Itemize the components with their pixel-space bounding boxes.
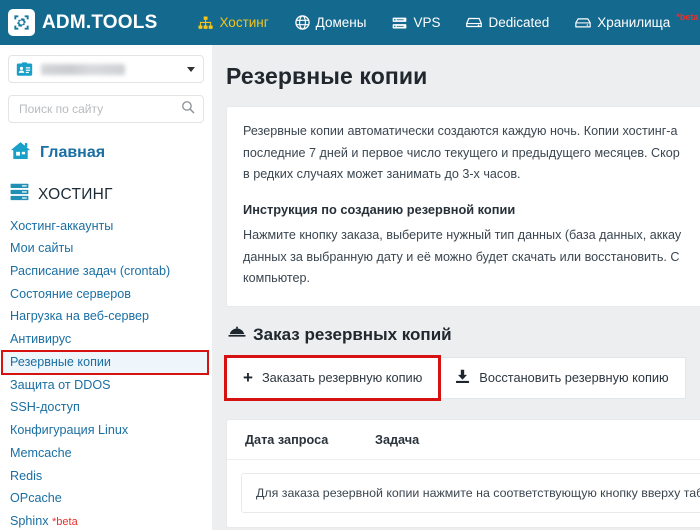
nav-label-domains: Домены	[315, 15, 367, 30]
sidebar-item-label: Резервные копии	[10, 354, 111, 369]
table-empty-state: Для заказа резервной копии нажмите на со…	[241, 472, 700, 513]
info-p2-line2: данных за выбранную дату и её можно буде…	[243, 249, 680, 264]
sidebar-item-home-label: Главная	[40, 144, 106, 161]
info-panel: Резервные копии автоматически создаются …	[226, 106, 700, 307]
storage-icon	[575, 17, 591, 29]
restore-backup-label: Восстановить резервную копию	[479, 370, 669, 386]
sidebar-item-label: Антивирус	[10, 332, 72, 347]
column-header-task: Задача	[375, 432, 420, 447]
restore-backup-button[interactable]: Восстановить резервную копию	[439, 356, 686, 399]
server-icon	[392, 16, 407, 30]
sidebar-item-label: SSH-доступ	[10, 400, 80, 415]
nav-label-dedicated: Dedicated	[488, 15, 550, 30]
order-backup-button[interactable]: + Заказать резервную копию	[223, 354, 442, 401]
sidebar-item-opcache[interactable]: OPcache	[8, 488, 204, 511]
account-selector[interactable]	[8, 55, 204, 83]
info-p1-line2: последние 7 дней и первое число текущего…	[243, 145, 680, 160]
column-header-request-date: Дата запроса	[245, 432, 329, 447]
info-p2-line1: Нажмите кнопку заказа, выберите нужный т…	[243, 227, 682, 242]
search-input[interactable]	[17, 101, 181, 117]
sidebar-item-redis[interactable]: Redis	[8, 465, 204, 488]
sidebar-item-label: Sphinx	[10, 514, 49, 529]
sidebar-item-my-sites[interactable]: Мои сайты	[8, 238, 204, 261]
download-icon	[455, 369, 470, 387]
backup-action-buttons: + Заказать резервную копию Восстановить …	[223, 354, 700, 401]
sidebar-item-sphinx[interactable]: Sphinx *beta	[8, 511, 204, 530]
sidebar-item-ssh-access[interactable]: SSH-доступ	[8, 397, 204, 420]
info-p1-line1: Резервные копии автоматически создаются …	[243, 124, 678, 138]
info-p2-line3: компьютер.	[243, 271, 310, 286]
nav-item-vps[interactable]: VPS	[379, 15, 453, 30]
sidebar-menu: Хостинг-аккаунты Мои сайты Расписание за…	[1, 215, 209, 530]
order-section-heading: Заказ резервных копий	[228, 325, 700, 345]
gear-logo-icon	[8, 9, 35, 36]
main-nav: Хостинг Домены VPS Dedicated Хранилища *…	[185, 11, 700, 30]
sidebar-item-memcache[interactable]: Memcache	[8, 442, 204, 465]
nav-label-vps: VPS	[413, 15, 441, 30]
server-stack-icon	[10, 183, 29, 206]
info-paragraph-2: Нажмите кнопку заказа, выберите нужный т…	[243, 225, 700, 290]
search-icon[interactable]	[181, 100, 195, 119]
sidebar-item-server-status[interactable]: Состояние серверов	[8, 283, 204, 306]
body-layout: Главная ХОСТИНГ Хостинг-аккаунты	[0, 45, 700, 530]
nav-label-hosting: Хостинг	[219, 15, 269, 30]
table-header-row: Дата запроса Задача	[227, 420, 700, 460]
sitemap-icon	[198, 15, 214, 30]
instruction-heading: Инструкция по созданию резервной копии	[243, 201, 516, 217]
sidebar-item-hosting-accounts[interactable]: Хостинг-аккаунты	[8, 215, 204, 238]
app-window: ADM.TOOLS Хостинг Домены VPS Dedicated Х…	[0, 0, 700, 530]
main-content: Резервные копии Резервные копии автомати…	[212, 45, 700, 530]
order-section-heading-label: Заказ резервных копий	[253, 324, 452, 344]
site-search[interactable]	[8, 95, 204, 123]
sidebar-item-antivirus[interactable]: Антивирус	[8, 329, 204, 352]
id-card-icon	[16, 61, 33, 77]
sidebar-item-ddos-protection[interactable]: Защита от DDOS	[8, 374, 204, 397]
info-p1-line3: в редких случаях может занимать до 3-х ч…	[243, 167, 521, 182]
page-title: Резервные копии	[226, 63, 428, 89]
service-bell-icon	[228, 325, 246, 345]
sidebar-item-label: Конфигурация Linux	[10, 423, 129, 438]
home-icon	[10, 141, 31, 165]
nav-label-storage: Хранилища	[597, 15, 671, 30]
nav-item-domains[interactable]: Домены	[282, 15, 380, 30]
sidebar-item-label: Расписание задач (crontab)	[10, 263, 171, 278]
backup-requests-table: Дата запроса Задача Для заказа резервной…	[226, 418, 700, 528]
sidebar-item-label: Redis	[10, 468, 43, 483]
nav-item-storage[interactable]: Хранилища *beta	[562, 11, 700, 30]
sidebar-item-webserver-load[interactable]: Нагрузка на веб-сервер	[8, 306, 204, 329]
sidebar-item-label: Хостинг-аккаунты	[10, 218, 114, 233]
hdd-icon	[466, 16, 483, 29]
sidebar-item-linux-config[interactable]: Конфигурация Linux	[8, 420, 204, 443]
sidebar-item-label: Мои сайты	[10, 241, 74, 256]
globe-icon	[294, 15, 310, 30]
storage-beta-badge: *beta	[676, 11, 699, 22]
chevron-down-icon[interactable]	[187, 66, 195, 72]
info-paragraph-1: Резервные копии автоматически создаются …	[243, 121, 700, 186]
top-navigation-bar: ADM.TOOLS Хостинг Домены VPS Dedicated Х…	[0, 0, 700, 45]
sphinx-beta-badge: *beta	[52, 516, 78, 529]
account-name-redacted	[41, 63, 125, 75]
sidebar-item-label: Защита от DDOS	[10, 377, 111, 392]
sidebar-section-hosting-label: ХОСТИНГ	[38, 185, 113, 203]
sidebar: Главная ХОСТИНГ Хостинг-аккаунты	[0, 45, 212, 530]
sidebar-item-label: Состояние серверов	[10, 286, 131, 301]
nav-item-hosting[interactable]: Хостинг	[185, 15, 281, 30]
sidebar-item-backups[interactable]: Резервные копии	[1, 350, 209, 376]
sidebar-section-hosting: ХОСТИНГ	[8, 183, 204, 206]
nav-item-dedicated[interactable]: Dedicated	[453, 15, 562, 30]
plus-icon: +	[243, 368, 253, 388]
sidebar-item-label: Memcache	[10, 445, 72, 460]
sidebar-item-crontab[interactable]: Расписание задач (crontab)	[8, 260, 204, 283]
sidebar-item-label: Нагрузка на веб-сервер	[10, 309, 150, 324]
brand-logo-group[interactable]: ADM.TOOLS	[8, 9, 157, 36]
order-backup-label: Заказать резервную копию	[261, 370, 423, 386]
sidebar-item-home[interactable]: Главная	[8, 139, 204, 167]
sidebar-item-label: OPcache	[10, 491, 62, 506]
brand-name: ADM.TOOLS	[42, 11, 158, 33]
